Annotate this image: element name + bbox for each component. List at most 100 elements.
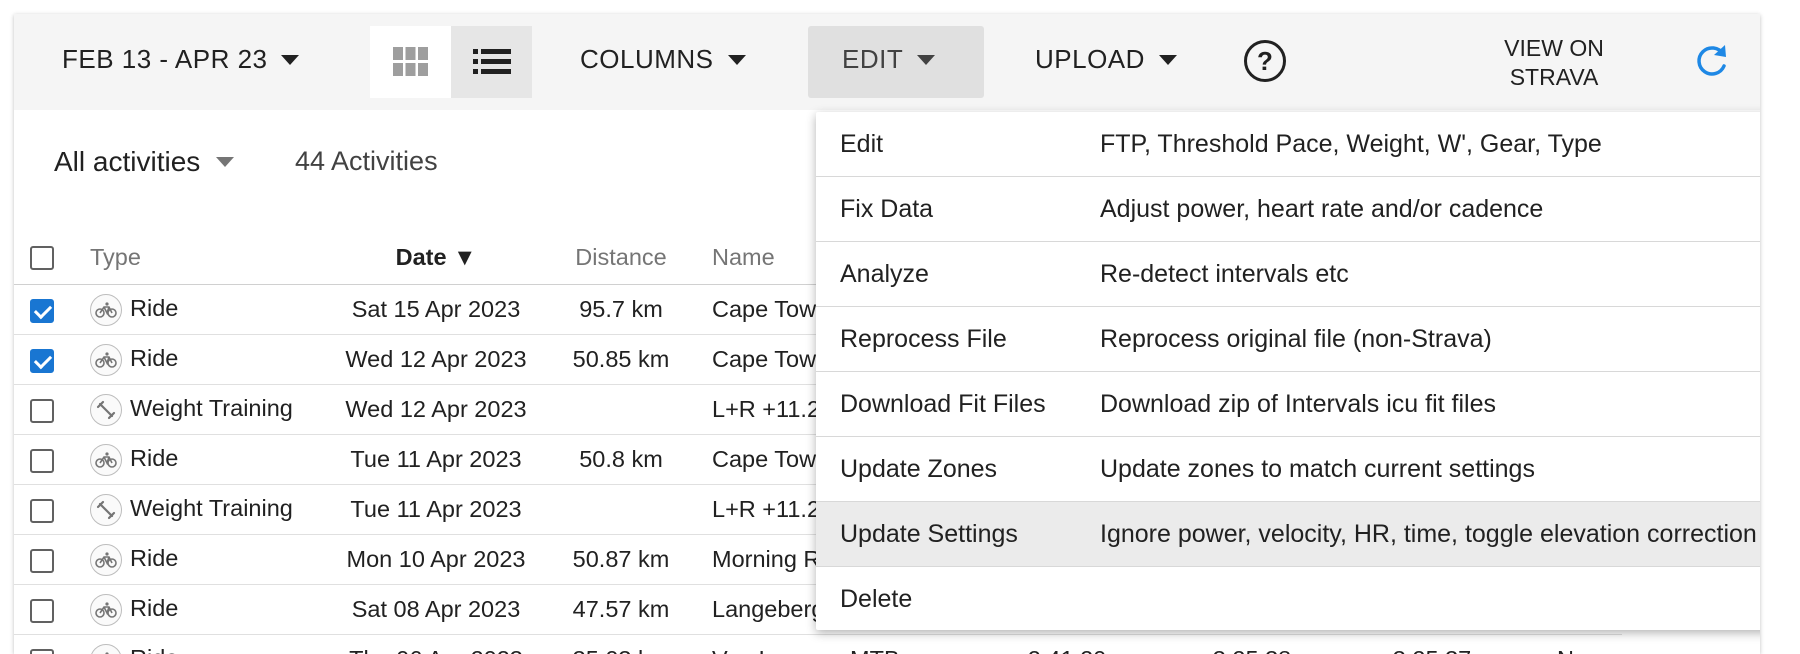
row-distance: 95.7 km: [550, 285, 692, 335]
chevron-down-icon: [728, 55, 746, 65]
edit-menu-item-desc: Download zip of Intervals icu fit files: [1100, 390, 1760, 419]
edit-menu-item-desc: Re-detect intervals etc: [1100, 260, 1760, 289]
select-all-checkbox[interactable]: [30, 246, 54, 270]
refresh-icon[interactable]: [1692, 42, 1730, 80]
row-type: Ride: [130, 595, 178, 621]
row-checkbox[interactable]: [30, 549, 54, 573]
view-on-strava-line1: VIEW ON: [1494, 34, 1614, 63]
list-view-button[interactable]: [451, 26, 532, 98]
edit-menu-item-desc: FTP, Threshold Pace, Weight, W', Gear, T…: [1100, 130, 1760, 159]
edit-menu-item-desc: Adjust power, heart rate and/or cadence: [1100, 195, 1760, 224]
columns-label: COLUMNS: [580, 44, 714, 75]
row-select-cell: [14, 635, 90, 654]
weight-icon: [90, 394, 122, 426]
row-type: Ride: [130, 295, 178, 321]
row-type-cell: Ride: [90, 535, 322, 585]
activity-filter-dropdown[interactable]: All activities: [54, 146, 234, 178]
row-date: Tue 11 Apr 2023: [322, 485, 550, 535]
header-distance[interactable]: Distance: [550, 230, 692, 285]
edit-menu-item-desc: Ignore power, velocity, HR, time, toggle…: [1100, 520, 1760, 549]
row-distance: [550, 485, 692, 535]
row-checkbox[interactable]: [30, 399, 54, 423]
edit-menu-item-desc: Reprocess original file (non-Strava): [1100, 325, 1760, 354]
edit-menu-item-desc: Update zones to match current settings: [1100, 455, 1760, 484]
row-type-cell: Ride: [90, 585, 322, 635]
row-extra-c: 3:25:37: [1342, 635, 1522, 654]
row-type: Weight Training: [130, 495, 293, 521]
row-date: Wed 12 Apr 2023: [322, 385, 550, 435]
row-date: Mon 10 Apr 2023: [322, 535, 550, 585]
list-icon: [473, 49, 511, 75]
bike-icon: [90, 294, 122, 326]
edit-menu-item-label: Update Settings: [816, 520, 1100, 549]
row-type-cell: Ride: [90, 435, 322, 485]
upload-dropdown[interactable]: UPLOAD: [1035, 44, 1177, 75]
activity-count: 44 Activities: [295, 146, 438, 177]
help-icon[interactable]: ?: [1244, 40, 1286, 82]
row-distance: 50.87 km: [550, 535, 692, 585]
row-checkbox[interactable]: [30, 499, 54, 523]
row-checkbox[interactable]: [30, 599, 54, 623]
row-name[interactable]: Van Loveren MTB: [692, 635, 972, 654]
row-extra-b: 3:25:38: [1162, 635, 1342, 654]
edit-menu-item[interactable]: Update SettingsIgnore power, velocity, H…: [816, 502, 1760, 567]
row-distance: 47.57 km: [550, 585, 692, 635]
edit-menu-item[interactable]: Download Fit FilesDownload zip of Interv…: [816, 372, 1760, 437]
row-type-cell: Weight Training: [90, 385, 322, 435]
row-select-cell: [14, 385, 90, 435]
edit-menu-item-label: Fix Data: [816, 195, 1100, 224]
grid-view-button[interactable]: [370, 26, 451, 98]
header-date[interactable]: Date ▼: [322, 230, 550, 285]
bike-icon: [90, 544, 122, 576]
edit-menu-item[interactable]: Fix DataAdjust power, heart rate and/or …: [816, 177, 1760, 242]
row-select-cell: [14, 435, 90, 485]
upload-label: UPLOAD: [1035, 44, 1145, 75]
row-type-cell: Ride: [90, 285, 322, 335]
header-type[interactable]: Type: [90, 230, 322, 285]
row-select-cell: [14, 485, 90, 535]
view-on-strava-button[interactable]: VIEW ON STRAVA: [1494, 34, 1614, 92]
row-select-cell: [14, 585, 90, 635]
row-extra-d: No: [1522, 635, 1622, 654]
toolbar: FEB 13 - APR 23: [14, 14, 1760, 110]
edit-menu-item[interactable]: EditFTP, Threshold Pace, Weight, W', Gea…: [816, 112, 1760, 177]
edit-menu-item-label: Download Fit Files: [816, 390, 1100, 419]
row-checkbox[interactable]: [30, 649, 54, 654]
edit-menu-item[interactable]: Delete: [816, 567, 1760, 632]
edit-menu-item[interactable]: Reprocess FileReprocess original file (n…: [816, 307, 1760, 372]
edit-menu-item[interactable]: AnalyzeRe-detect intervals etc: [816, 242, 1760, 307]
row-type: Ride: [130, 445, 178, 471]
row-distance: [550, 385, 692, 435]
edit-dropdown[interactable]: EDIT: [842, 44, 935, 75]
edit-menu-item-label: Edit: [816, 130, 1100, 159]
row-date: Tue 11 Apr 2023: [322, 435, 550, 485]
grid-icon: [393, 47, 429, 77]
row-select-cell: [14, 335, 90, 385]
row-select-cell: [14, 285, 90, 335]
row-checkbox[interactable]: [30, 449, 54, 473]
date-range-dropdown[interactable]: FEB 13 - APR 23: [62, 44, 299, 75]
edit-menu-item-label: Delete: [816, 585, 1100, 614]
row-date: Wed 12 Apr 2023: [322, 335, 550, 385]
row-select-cell: [14, 535, 90, 585]
chevron-down-icon: [216, 157, 234, 167]
bike-icon: [90, 644, 122, 654]
columns-dropdown[interactable]: COLUMNS: [580, 44, 746, 75]
edit-menu-item-label: Analyze: [816, 260, 1100, 289]
row-checkbox[interactable]: [30, 299, 54, 323]
row-type: Ride: [130, 545, 178, 571]
view-toggle: [370, 26, 532, 98]
row-type-cell: Ride: [90, 335, 322, 385]
row-extra-a: 2:41:20: [972, 635, 1162, 654]
row-distance: 50.85 km: [550, 335, 692, 385]
row-type: Weight Training: [130, 395, 293, 421]
chevron-down-icon: [1159, 55, 1177, 65]
row-type-cell: Ride: [90, 635, 322, 654]
row-type: Ride: [130, 345, 178, 371]
edit-menu-item[interactable]: Update ZonesUpdate zones to match curren…: [816, 437, 1760, 502]
chevron-down-icon: [917, 55, 935, 65]
row-date: Sat 08 Apr 2023: [322, 585, 550, 635]
table-row[interactable]: RideThu 06 Apr 202335.03 kmVan Loveren M…: [14, 635, 1622, 654]
select-all-cell: [14, 230, 90, 285]
row-checkbox[interactable]: [30, 349, 54, 373]
